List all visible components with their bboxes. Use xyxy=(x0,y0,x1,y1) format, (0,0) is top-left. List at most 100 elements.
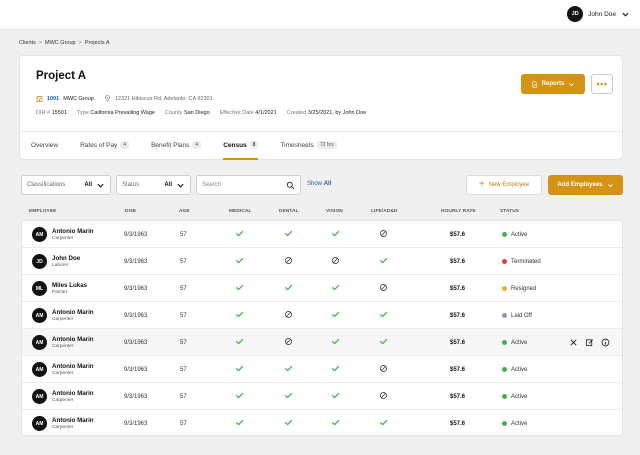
tab-overview[interactable]: Overview xyxy=(31,138,58,152)
employee-role: Laborer xyxy=(52,263,69,268)
tab-timesheets[interactable]: Timesheets 72 hrs xyxy=(280,138,337,152)
check-icon xyxy=(379,310,388,321)
employee-cell[interactable]: JD John Doe Laborer xyxy=(32,248,80,275)
employee-cell[interactable]: ML Miles Lukas Painter xyxy=(32,275,87,302)
status-badge: Active xyxy=(511,366,528,373)
medical-cell[interactable] xyxy=(235,302,244,329)
status-cell: Active xyxy=(502,383,527,410)
show-label: Show xyxy=(307,181,323,187)
medical-cell[interactable] xyxy=(235,221,244,248)
life-cell[interactable] xyxy=(379,248,388,275)
vision-cell[interactable] xyxy=(331,329,340,356)
table-row[interactable]: AM Antonio Marin Carpenter 9/3/1963 57 $57.… xyxy=(22,410,622,435)
status-select[interactable]: Status All xyxy=(116,175,191,195)
life-cell[interactable] xyxy=(379,410,388,435)
dental-cell[interactable] xyxy=(284,356,293,383)
status-filter-value: All xyxy=(164,182,172,188)
user-menu[interactable]: JD John Doe xyxy=(567,6,630,22)
age-cell: 57 xyxy=(180,258,187,265)
table-row[interactable]: AM Antonio Marin Carpenter 9/3/1963 57 $57.… xyxy=(22,383,622,410)
check-icon xyxy=(331,418,340,429)
employee-cell[interactable]: AM Antonio Marin Carpenter xyxy=(32,410,94,435)
dental-cell[interactable] xyxy=(284,383,293,410)
table-row[interactable]: ML Miles Lukas Painter 9/3/1963 57 $57.6 Res… xyxy=(22,275,622,302)
age-cell: 57 xyxy=(180,420,187,427)
type-label: Type xyxy=(76,110,89,116)
tab-census[interactable]: Census 8 xyxy=(223,138,259,160)
life-cell[interactable] xyxy=(379,302,388,329)
status-badge: Laid Off xyxy=(511,312,532,319)
breadcrumb-item[interactable]: Clients xyxy=(19,40,36,46)
search-input[interactable]: Search xyxy=(196,175,301,195)
life-cell[interactable] xyxy=(379,356,388,383)
status-badge: Terminated xyxy=(511,258,541,265)
medical-cell[interactable] xyxy=(235,329,244,356)
table-row[interactable]: AM Antonio Marin Carpenter 9/3/1963 57 $57.… xyxy=(22,356,622,383)
client-id-link[interactable]: 1001 xyxy=(47,96,59,102)
chevron-down-icon xyxy=(622,12,629,17)
check-icon xyxy=(235,229,244,240)
vision-cell[interactable] xyxy=(331,275,340,302)
tab-benefit-plans[interactable]: Benefit Plans 4 xyxy=(151,138,202,152)
life-cell[interactable] xyxy=(379,221,388,248)
table-row[interactable]: JD John Doe Laborer 9/3/1963 57 $57.6 Termin… xyxy=(22,248,622,275)
employee-cell[interactable]: AM Antonio Marin Carpenter xyxy=(32,221,94,248)
dental-cell[interactable] xyxy=(284,302,293,329)
reports-button[interactable]: Reports xyxy=(521,74,585,94)
vision-cell[interactable] xyxy=(331,248,340,275)
top-bar: JD John Doe xyxy=(0,0,640,30)
breadcrumb-item[interactable]: MWC Group xyxy=(45,40,76,46)
show-all-toggle[interactable]: Show All xyxy=(307,181,331,187)
employee-cell[interactable]: AM Antonio Marin Carpenter xyxy=(32,383,94,410)
info-icon[interactable] xyxy=(601,338,610,347)
dir-label: DIR # xyxy=(36,110,51,116)
tab-count-badge: 4 xyxy=(192,141,202,149)
table-row[interactable]: AM Antonio Marin Carpenter 9/3/1963 57 $57.… xyxy=(22,221,622,248)
medical-cell[interactable] xyxy=(235,248,244,275)
user-avatar: JD xyxy=(567,6,584,22)
new-employee-button[interactable]: + New Employee xyxy=(466,175,542,195)
vision-cell[interactable] xyxy=(331,221,340,248)
classifications-select[interactable]: Classifications All xyxy=(21,175,111,195)
dental-cell[interactable] xyxy=(284,329,293,356)
medical-cell[interactable] xyxy=(235,356,244,383)
table-row[interactable]: AM Antonio Marin Carpenter 9/3/1963 57 $57.… xyxy=(22,302,622,329)
life-cell[interactable] xyxy=(379,383,388,410)
medical-cell[interactable] xyxy=(235,275,244,302)
tab-label: Rates of Pay xyxy=(80,141,118,149)
hourly-rate-cell: $57.6 xyxy=(450,258,466,265)
dental-cell[interactable] xyxy=(284,221,293,248)
tab-label: Benefit Plans xyxy=(151,141,190,149)
add-employees-button[interactable]: Add Employees xyxy=(548,175,623,195)
check-icon xyxy=(379,256,388,267)
tab-rates-of-pay[interactable]: Rates of Pay 4 xyxy=(80,138,130,152)
check-icon xyxy=(331,364,340,375)
table-row[interactable]: AM Antonio Marin Carpenter 9/3/1963 57 $57.… xyxy=(22,329,622,356)
breadcrumb-separator: > xyxy=(78,40,82,46)
vision-cell[interactable] xyxy=(331,383,340,410)
edit-icon[interactable] xyxy=(585,338,594,347)
hourly-rate-cell: $57.6 xyxy=(450,312,466,319)
employee-cell[interactable]: AM Antonio Marin Carpenter xyxy=(32,356,94,383)
life-cell[interactable] xyxy=(379,275,388,302)
vision-cell[interactable] xyxy=(331,356,340,383)
life-cell[interactable] xyxy=(379,329,388,356)
check-icon xyxy=(235,283,244,294)
close-icon[interactable] xyxy=(569,338,578,347)
employee-cell[interactable]: AM Antonio Marin Carpenter xyxy=(32,302,94,329)
dental-cell[interactable] xyxy=(284,248,293,275)
tab-bar: Overview Rates of Pay 4 Benefit Plans 4 Ce… xyxy=(31,138,337,160)
vision-cell[interactable] xyxy=(331,410,340,435)
county-field: County San Diego xyxy=(165,110,210,116)
age-cell: 57 xyxy=(180,366,187,373)
employee-cell[interactable]: AM Antonio Marin Carpenter xyxy=(32,329,94,356)
medical-cell[interactable] xyxy=(235,383,244,410)
dental-cell[interactable] xyxy=(284,410,293,435)
check-icon xyxy=(379,418,388,429)
more-options-button[interactable]: ••• xyxy=(591,74,613,94)
status-badge: Active xyxy=(511,393,528,400)
medical-cell[interactable] xyxy=(235,410,244,435)
status-dot xyxy=(502,394,507,399)
dental-cell[interactable] xyxy=(284,275,293,302)
vision-cell[interactable] xyxy=(331,302,340,329)
